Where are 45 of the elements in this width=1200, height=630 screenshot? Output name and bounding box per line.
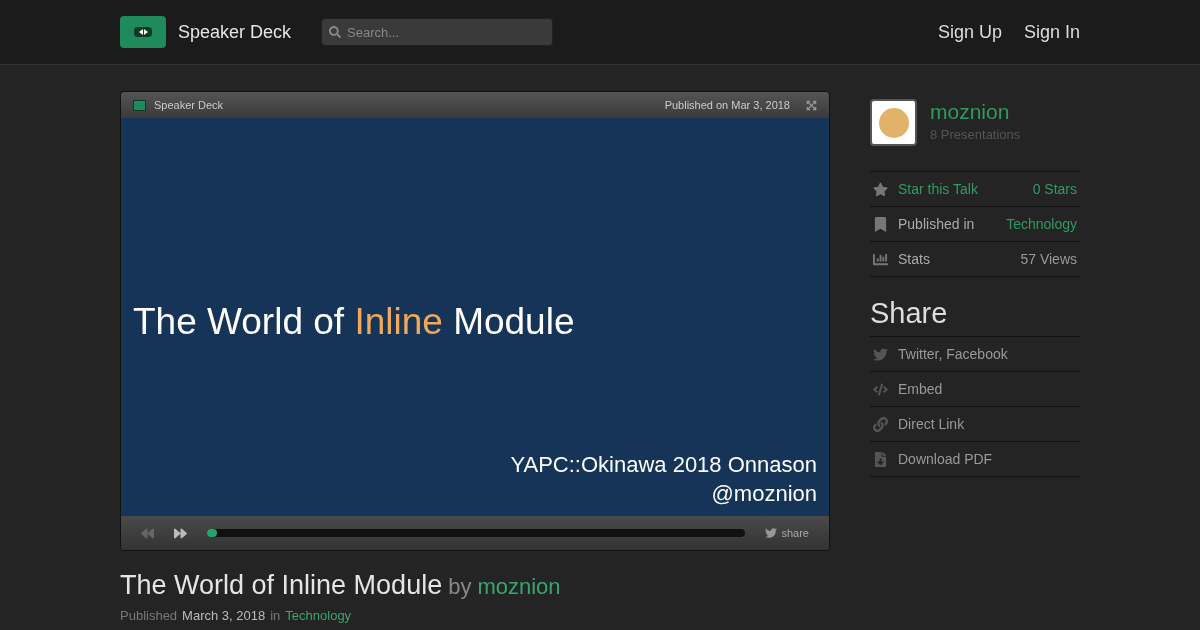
in-label: in (270, 606, 281, 625)
rewind-icon[interactable] (141, 526, 154, 540)
meta-value[interactable]: 0 Stars (1032, 178, 1077, 200)
star-icon (873, 181, 888, 197)
bird-icon (765, 527, 778, 539)
slide-subtitle: @moznion (711, 480, 817, 508)
slide-subtitle: YAPC::Okinawa 2018 Onnason (510, 451, 817, 479)
fullscreen-icon[interactable] (806, 99, 817, 111)
published-label: Published (120, 606, 178, 625)
meta-label: Published in (898, 214, 975, 234)
author-name[interactable]: moznion (930, 99, 1021, 125)
search-field[interactable]: Search... (321, 18, 554, 46)
logo-icon (133, 99, 146, 111)
link-icon (873, 416, 888, 432)
published-date: Published on Mar 3, 2018 (664, 97, 790, 113)
nav-link[interactable]: Sign In (1023, 18, 1080, 46)
share-heading: Share (870, 297, 948, 329)
author-link[interactable]: moznion (477, 570, 561, 603)
share-link[interactable]: share (781, 524, 809, 542)
meta-value: 57 Views (1020, 249, 1077, 269)
file-download-icon (873, 451, 888, 467)
bookmark-icon (873, 216, 888, 232)
by-label: by (448, 573, 472, 601)
share-option[interactable]: Direct Link (898, 413, 965, 435)
meta-value[interactable]: Technology (1006, 213, 1077, 235)
progress-track[interactable] (207, 529, 746, 537)
search-icon (329, 26, 342, 38)
publish-date: March 3, 2018 (182, 606, 266, 625)
meta-label: Stats (898, 249, 930, 269)
nav-link[interactable]: Sign Up (937, 18, 1002, 46)
avatar-placeholder[interactable] (870, 99, 917, 146)
slide-title: The World of Inline Module (133, 300, 576, 344)
category-link[interactable]: Technology (285, 605, 352, 625)
share-option[interactable]: Embed (898, 378, 943, 400)
talk-title: The World of Inline Module (120, 569, 443, 602)
share-option[interactable]: Download PDF (898, 448, 993, 470)
bird-icon (873, 346, 888, 362)
share-option[interactable]: Twitter, Facebook (898, 343, 1008, 365)
bar-chart-icon (873, 251, 888, 267)
player-brand: Speaker Deck (154, 97, 224, 113)
fast-forward-icon[interactable] (174, 526, 187, 540)
brand-name[interactable]: Speaker Deck (178, 18, 292, 46)
logo-icon[interactable] (120, 16, 166, 48)
meta-label[interactable]: Star this Talk (898, 178, 978, 200)
code-icon (873, 381, 888, 397)
